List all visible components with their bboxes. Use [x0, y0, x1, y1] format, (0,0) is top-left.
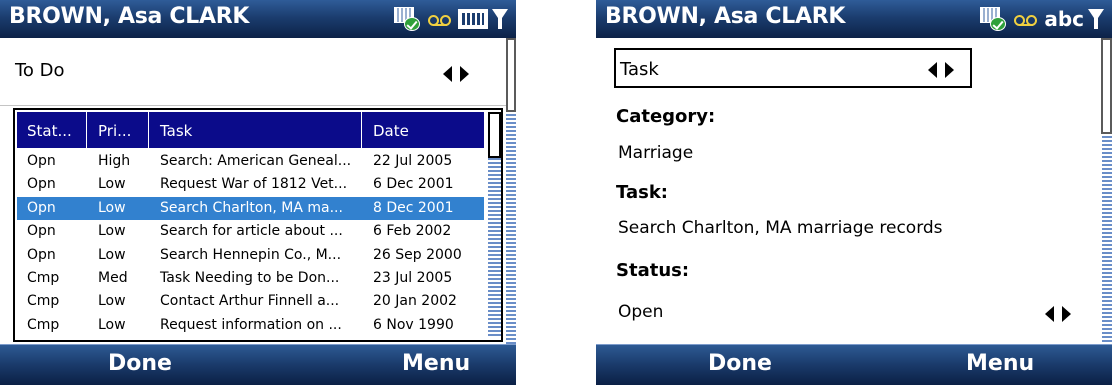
- data-connection-icon[interactable]: [980, 5, 1010, 33]
- cell-task: Contact Arthur Finnell a...: [160, 293, 340, 310]
- column-header-date[interactable]: Date: [373, 122, 409, 140]
- cell-task: Search Hennepin Co., M...: [160, 246, 342, 263]
- softkey-bar: Done Menu: [0, 344, 516, 385]
- cell-date: 8 Dec 2001: [373, 199, 454, 216]
- cell-date: 23 Jul 2005: [373, 269, 453, 286]
- input-mode-indicator[interactable]: abc: [1044, 8, 1084, 30]
- table-row[interactable]: Cmp Low Request information on ... 6 Nov 19…: [17, 314, 484, 337]
- battery-icon[interactable]: [458, 9, 488, 29]
- column-header-task[interactable]: Task: [160, 122, 192, 140]
- category-value[interactable]: Marriage: [618, 143, 693, 163]
- cell-date: 20 Jan 2002: [373, 293, 457, 310]
- column-header-priority[interactable]: Pri...: [98, 122, 131, 140]
- voicemail-icon[interactable]: [426, 9, 456, 29]
- chevron-right-icon[interactable]: [1062, 306, 1071, 322]
- category-label: Category:: [616, 106, 716, 127]
- cell-priority: Low: [98, 246, 126, 263]
- status-icons[interactable]: [394, 4, 508, 34]
- cell-priority: High: [98, 153, 131, 169]
- cell-priority: Low: [98, 293, 126, 310]
- cell-task: Search Charlton, MA ma...: [160, 199, 343, 216]
- menu-softkey[interactable]: Menu: [402, 351, 470, 376]
- record-type-selector[interactable]: Task: [614, 48, 972, 88]
- task-list[interactable]: Stat... Pri... Task Date Opn High Search: …: [13, 108, 503, 342]
- cell-task: Search for article about ...: [160, 223, 343, 240]
- done-softkey[interactable]: Done: [708, 351, 772, 376]
- task-value[interactable]: Search Charlton, MA marriage records: [618, 218, 943, 238]
- table-row[interactable]: Opn Low Search Hennepin Co., M... 26 Sep 20…: [17, 244, 484, 267]
- cell-task: Task Needing to be Don...: [160, 269, 340, 286]
- title-bar: BROWN, Asa CLARK abc: [596, 0, 1112, 38]
- title-owner-name: BROWN, Asa CLARK: [605, 4, 846, 29]
- column-header-status[interactable]: Stat...: [27, 122, 72, 140]
- status-arrows[interactable]: [1045, 306, 1071, 322]
- table-row[interactable]: Opn Low Request War of 1812 Vet... 6 Dec 20…: [17, 173, 484, 196]
- signal-icon[interactable]: [492, 7, 508, 31]
- cell-task: Request War of 1812 Vet...: [160, 176, 348, 193]
- menu-softkey[interactable]: Menu: [966, 351, 1034, 376]
- cell-priority: Med: [98, 269, 128, 286]
- details-scrollbar[interactable]: [1101, 38, 1112, 344]
- record-type-label: Task: [620, 59, 659, 80]
- done-softkey[interactable]: Done: [108, 351, 172, 376]
- cell-priority: Low: [98, 199, 126, 216]
- form-scrollbar-thumb[interactable]: [506, 38, 516, 112]
- cell-date: 6 Feb 2002: [373, 223, 452, 240]
- task-rows: Opn High Search: American Geneal... 22 Jul …: [17, 150, 484, 337]
- cell-status: Cmp: [27, 316, 60, 333]
- table-row[interactable]: Opn High Search: American Geneal... 22 Jul …: [17, 150, 484, 173]
- status-value[interactable]: Open: [618, 302, 663, 322]
- view-arrows[interactable]: [443, 66, 469, 82]
- view-selector-label: To Do: [15, 60, 65, 81]
- cell-priority: Low: [98, 176, 126, 193]
- cell-date: 22 Jul 2005: [373, 153, 453, 169]
- task-list-scrollbar[interactable]: [488, 112, 501, 338]
- chevron-left-icon[interactable]: [928, 62, 937, 78]
- cell-status: Opn: [27, 153, 56, 169]
- table-row[interactable]: Cmp Low Contact Arthur Finnell a... 20 Jan …: [17, 290, 484, 313]
- details-scrollbar-thumb[interactable]: [1101, 38, 1112, 134]
- chevron-left-icon[interactable]: [443, 66, 452, 82]
- table-row[interactable]: Cmp Med Task Needing to be Don... 23 Jul 20…: [17, 267, 484, 290]
- right-phone-screen: BROWN, Asa CLARK abc Task Category: Marr…: [596, 0, 1112, 385]
- softkey-bar: Done Menu: [596, 344, 1112, 385]
- status-label: Status:: [616, 260, 690, 281]
- cell-task: Search: American Geneal...: [160, 153, 352, 169]
- cell-status: Cmp: [27, 269, 60, 286]
- title-bar: BROWN, Asa CLARK: [0, 0, 516, 38]
- status-icons[interactable]: abc: [980, 4, 1104, 34]
- cell-status: Opn: [27, 223, 56, 240]
- title-owner-name: BROWN, Asa CLARK: [9, 4, 250, 29]
- cell-task: Request information on ...: [160, 316, 342, 333]
- cell-priority: Low: [98, 223, 126, 240]
- data-connection-icon[interactable]: [394, 5, 424, 33]
- chevron-right-icon[interactable]: [460, 66, 469, 82]
- cell-date: 6 Dec 2001: [373, 176, 454, 193]
- cell-date: 6 Nov 1990: [373, 316, 454, 333]
- view-selector[interactable]: To Do: [0, 38, 506, 106]
- left-phone-screen: BROWN, Asa CLARK To Do Stat... Pri... Ta…: [0, 0, 516, 385]
- cell-status: Opn: [27, 176, 56, 193]
- cell-status: Opn: [27, 199, 56, 216]
- task-list-header: Stat... Pri... Task Date: [17, 112, 484, 148]
- table-row[interactable]: Opn Low Search Charlton, MA ma... 8 Dec 200…: [17, 196, 484, 221]
- record-type-arrows[interactable]: [928, 62, 954, 78]
- task-list-scrollbar-thumb[interactable]: [488, 112, 501, 158]
- voicemail-icon[interactable]: [1012, 9, 1042, 29]
- task-label: Task:: [616, 182, 668, 203]
- cell-status: Opn: [27, 246, 56, 263]
- cell-priority: Low: [98, 316, 126, 333]
- chevron-right-icon[interactable]: [945, 62, 954, 78]
- signal-icon[interactable]: [1088, 7, 1104, 31]
- chevron-left-icon[interactable]: [1045, 306, 1054, 322]
- table-row[interactable]: Opn Low Search for article about ... 6 Feb …: [17, 220, 484, 243]
- cell-status: Cmp: [27, 293, 60, 310]
- cell-date: 26 Sep 2000: [373, 246, 462, 263]
- form-scrollbar-track[interactable]: [506, 112, 516, 344]
